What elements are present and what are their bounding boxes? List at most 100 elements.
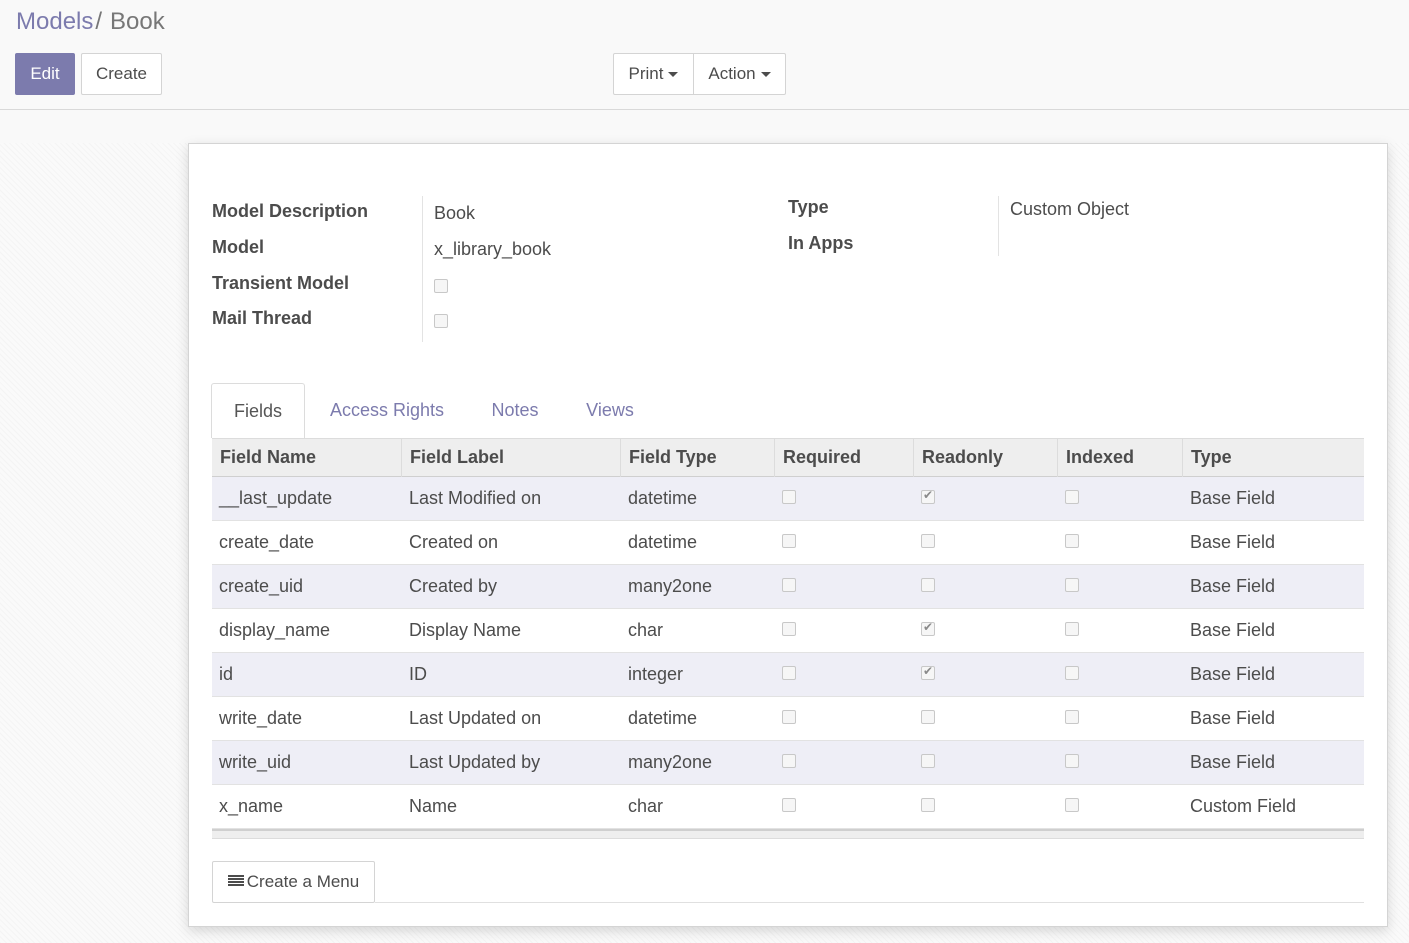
model-label: Model — [212, 237, 264, 257]
cell-required-checkbox — [782, 798, 796, 812]
breadcrumb-models-link[interactable]: Models — [16, 8, 93, 35]
cell-field-label: Name — [409, 796, 458, 816]
transient-model-label: Transient Model — [212, 273, 350, 293]
cell-type: Base Field — [1190, 708, 1276, 728]
group-divider-left — [422, 196, 423, 342]
cell-required-checkbox — [782, 490, 796, 504]
table-row[interactable]: create_uid Created by many2one Base Field — [212, 565, 1364, 609]
cell-type: Base Field — [1190, 532, 1276, 552]
column-field-name[interactable]: Field Name — [212, 439, 402, 477]
caret-down-icon — [760, 72, 771, 78]
cell-field-type: char — [628, 796, 664, 816]
cell-field-type: integer — [628, 664, 684, 684]
cell-field-type: datetime — [628, 532, 698, 552]
cell-type: Base Field — [1190, 488, 1276, 508]
column-indexed[interactable]: Indexed — [1058, 439, 1183, 477]
create-menu-button[interactable]: Create a Menu — [212, 861, 375, 903]
cell-required-checkbox — [782, 754, 796, 768]
cell-required-checkbox — [782, 578, 796, 592]
cell-field-type: datetime — [628, 708, 698, 728]
edit-button[interactable]: Edit — [15, 53, 75, 95]
print-dropdown-button[interactable]: Print — [613, 53, 694, 95]
cell-required-checkbox — [782, 666, 796, 680]
cell-field-label: Last Updated on — [409, 708, 542, 728]
cell-indexed-checkbox — [1065, 490, 1079, 504]
column-field-label[interactable]: Field Label — [402, 439, 621, 477]
cell-readonly-checkbox — [921, 710, 935, 724]
table-row[interactable]: write_uid Last Updated by many2one Base Fie… — [212, 741, 1364, 785]
cell-indexed-checkbox — [1065, 534, 1079, 548]
cell-field-name: create_uid — [219, 576, 304, 596]
breadcrumb-current: Book — [110, 8, 165, 35]
table-row[interactable]: display_name Display Name char Base Field — [212, 609, 1364, 653]
cell-field-name: write_uid — [219, 752, 292, 772]
cell-type: Base Field — [1190, 576, 1276, 596]
cell-indexed-checkbox — [1065, 578, 1079, 592]
cell-indexed-checkbox — [1065, 754, 1079, 768]
table-footer — [212, 829, 1364, 839]
cell-field-name: display_name — [219, 620, 331, 640]
table-row[interactable]: write_date Last Updated on datetime Base Fi… — [212, 697, 1364, 741]
cell-field-label: Display Name — [409, 620, 522, 640]
in-apps-label: In Apps — [788, 233, 854, 253]
cell-readonly-checkbox — [921, 664, 935, 680]
bars-icon — [227, 874, 244, 887]
cell-field-label: ID — [409, 664, 427, 684]
mail-thread-checkbox[interactable] — [434, 314, 448, 328]
cell-field-label: Created by — [409, 576, 498, 596]
cell-field-type: datetime — [628, 488, 698, 508]
table-row[interactable]: x_name Name char Custom Field — [212, 785, 1364, 829]
tab-access-rights[interactable]: Access Rights — [318, 383, 456, 438]
action-dropdown-button[interactable]: Action — [693, 53, 786, 95]
cell-required-checkbox — [782, 534, 796, 548]
tab-views[interactable]: Views — [576, 383, 644, 438]
cell-field-name: create_date — [219, 532, 315, 552]
table-header: Field Name Field Label Field Type Requir… — [212, 438, 1364, 477]
action-label: Action — [708, 64, 756, 83]
type-value: Custom Object — [1010, 199, 1130, 219]
table-row[interactable]: create_date Created on datetime Base Field — [212, 521, 1364, 565]
caret-down-icon — [668, 72, 679, 78]
group-divider-right — [998, 196, 999, 256]
bottom-divider — [375, 902, 1364, 903]
column-required[interactable]: Required — [775, 439, 914, 477]
cell-type: Base Field — [1190, 620, 1276, 640]
cell-required-checkbox — [782, 710, 796, 724]
transient-model-checkbox[interactable] — [434, 279, 448, 293]
column-type[interactable]: Type — [1183, 439, 1364, 477]
tab-fields[interactable]: Fields — [211, 383, 305, 438]
fields-table: Field Name Field Label Field Type Requir… — [212, 438, 1364, 839]
cell-readonly-checkbox — [921, 754, 935, 768]
model-description-value: Book — [434, 203, 476, 223]
cell-field-label: Last Modified on — [409, 488, 542, 508]
cell-type: Base Field — [1190, 752, 1276, 772]
cell-field-type: many2one — [628, 576, 713, 596]
cell-indexed-checkbox — [1065, 666, 1079, 680]
cell-readonly-checkbox — [921, 578, 935, 592]
cell-indexed-checkbox — [1065, 798, 1079, 812]
cell-required-checkbox — [782, 622, 796, 636]
cell-field-name: __last_update — [219, 488, 333, 508]
model-value: x_library_book — [434, 239, 552, 259]
cell-type: Custom Field — [1190, 796, 1297, 816]
cell-indexed-checkbox — [1065, 622, 1079, 636]
tab-notes[interactable]: Notes — [481, 383, 549, 438]
cell-field-name: id — [219, 664, 234, 684]
cell-readonly-checkbox — [921, 798, 935, 812]
cell-field-type: many2one — [628, 752, 713, 772]
table-body: __last_update Last Modified on datetime Bas… — [212, 477, 1364, 829]
column-field-type[interactable]: Field Type — [621, 439, 775, 477]
model-description-label: Model Description — [212, 201, 369, 221]
cell-field-type: char — [628, 620, 664, 640]
mail-thread-label: Mail Thread — [212, 308, 313, 328]
column-readonly[interactable]: Readonly — [914, 439, 1058, 477]
cell-readonly-checkbox — [921, 534, 935, 548]
cell-readonly-checkbox — [921, 488, 935, 504]
cell-indexed-checkbox — [1065, 710, 1079, 724]
table-row[interactable]: __last_update Last Modified on datetime Bas… — [212, 477, 1364, 521]
table-row[interactable]: id ID integer Base Field — [212, 653, 1364, 697]
cell-field-name: x_name — [219, 796, 284, 816]
create-menu-label: Create a Menu — [246, 872, 360, 891]
create-button[interactable]: Create — [81, 53, 162, 95]
cell-field-name: write_date — [219, 708, 303, 728]
